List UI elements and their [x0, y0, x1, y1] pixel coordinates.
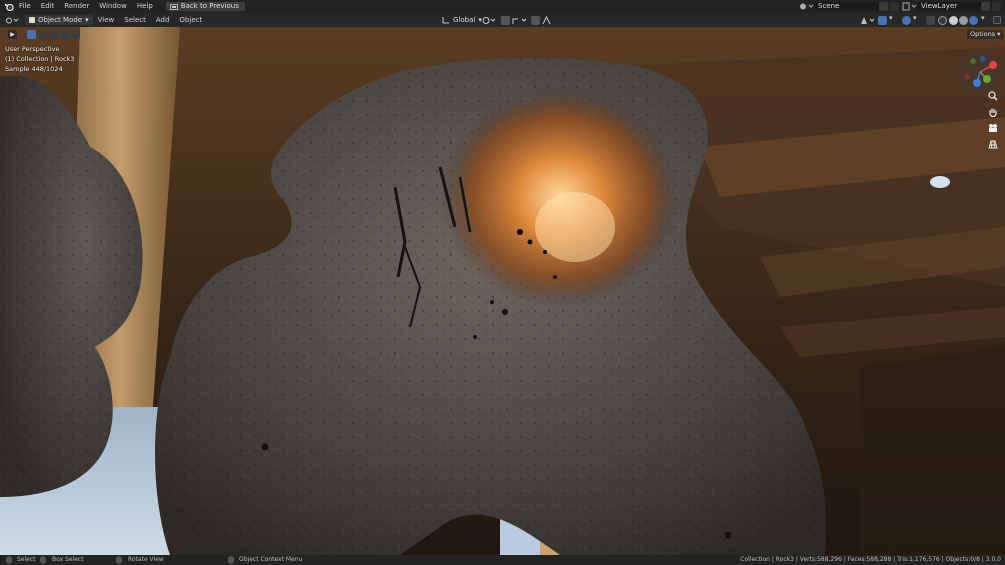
- sidebar-toggle-icon[interactable]: [993, 16, 1001, 24]
- grid-icon: [987, 140, 998, 148]
- back-to-previous-button[interactable]: Back to Previous: [165, 2, 245, 11]
- top-menu-bar: File Edit Render Window Help Back to Pre…: [0, 0, 1005, 13]
- mode-selector[interactable]: Object Mode ▾: [25, 15, 93, 25]
- transform-orientation-selector[interactable]: Global ▾: [438, 15, 486, 25]
- camera-icon: [988, 123, 997, 132]
- menu-select[interactable]: Select: [119, 16, 151, 24]
- shading-wireframe-icon[interactable]: [938, 16, 947, 25]
- chevron-down-icon[interactable]: ▾: [889, 14, 893, 22]
- rendered-rock-scene: [0, 27, 1005, 555]
- back-to-previous-label: Back to Previous: [180, 2, 239, 10]
- scene-name: Scene: [818, 2, 840, 10]
- snap-target-icon[interactable]: [512, 16, 528, 25]
- menu-file[interactable]: File: [14, 0, 36, 13]
- viewlayer-new-icon[interactable]: [981, 2, 990, 11]
- mouse-middle-icon: [116, 556, 122, 564]
- select-extend-icon[interactable]: [38, 30, 47, 39]
- mouse-right-icon: [228, 556, 234, 564]
- chevron-down-icon[interactable]: ▾: [913, 14, 917, 22]
- camera-view-button[interactable]: [986, 121, 999, 134]
- scene-icon[interactable]: [799, 2, 815, 11]
- overlay-toggle-icon[interactable]: [902, 16, 911, 25]
- shading-solid-icon[interactable]: [949, 16, 958, 25]
- options-dropdown[interactable]: Options ▾: [967, 30, 1004, 39]
- menu-add[interactable]: Add: [151, 16, 175, 24]
- view-object-types-icon[interactable]: [860, 16, 876, 25]
- tool-header-row: ▶: [8, 30, 80, 39]
- chevron-down-icon: ▾: [85, 16, 89, 24]
- orientation-icon: [442, 17, 449, 24]
- viewport-header: Object Mode ▾ View Select Add Object Glo…: [0, 13, 1005, 27]
- menu-object[interactable]: Object: [174, 16, 207, 24]
- scene-new-icon[interactable]: [879, 2, 888, 11]
- hand-icon: [988, 108, 997, 117]
- perspective-label: User Perspective: [5, 45, 60, 53]
- 3d-viewport[interactable]: User Perspective (1) Collection | Rock3 …: [0, 27, 1005, 555]
- object-mode-icon: [29, 17, 35, 23]
- menu-edit[interactable]: Edit: [36, 0, 60, 13]
- proportional-icon[interactable]: [531, 16, 540, 25]
- shading-material-icon[interactable]: [959, 16, 968, 25]
- pan-button[interactable]: [986, 105, 999, 118]
- status-rotate-view-label: Rotate View: [128, 556, 164, 563]
- viewlayer-selector[interactable]: ViewLayer: [918, 2, 981, 11]
- menu-window[interactable]: Window: [94, 0, 132, 13]
- orientation-label: Global: [453, 16, 476, 24]
- scene-remove-icon[interactable]: [890, 2, 899, 11]
- select-invert-icon[interactable]: [60, 30, 69, 39]
- viewlayer-icon[interactable]: [902, 2, 918, 11]
- menu-render[interactable]: Render: [59, 0, 94, 13]
- select-box-mode-icon[interactable]: [27, 30, 36, 39]
- select-intersect-icon[interactable]: [71, 30, 80, 39]
- active-object-label: (1) Collection | Rock3: [5, 55, 75, 63]
- mouse-left-icon: [6, 556, 12, 564]
- mode-label: Object Mode: [38, 16, 83, 24]
- toggle-orthographic-button[interactable]: [986, 137, 999, 150]
- status-box-select-label: Box Select: [52, 556, 84, 563]
- scene-statistics: Collection | Rock3 | Verts:588,296 | Fac…: [740, 556, 1001, 563]
- gizmo-toggle-icon[interactable]: [878, 16, 887, 25]
- xray-toggle-icon[interactable]: [926, 16, 935, 25]
- mouse-drag-icon: [40, 556, 46, 564]
- render-samples-label: Sample 448/1024: [5, 65, 63, 73]
- viewlayer-remove-icon[interactable]: [992, 2, 1001, 11]
- play-icon[interactable]: ▶: [8, 30, 17, 39]
- back-icon: [169, 3, 178, 10]
- editor-type-icon[interactable]: [5, 16, 19, 25]
- zoom-button[interactable]: [986, 89, 999, 102]
- falloff-icon[interactable]: [542, 16, 551, 25]
- pivot-icon[interactable]: [482, 16, 496, 25]
- shading-rendered-icon[interactable]: [969, 16, 978, 25]
- options-label: Options: [970, 30, 996, 38]
- chevron-down-icon[interactable]: ▾: [981, 14, 985, 22]
- menu-help[interactable]: Help: [132, 0, 158, 13]
- zoom-icon: [987, 90, 998, 101]
- navigation-gizmo[interactable]: [955, 47, 1005, 97]
- status-context-menu-label: Object Context Menu: [239, 556, 303, 563]
- snap-icon[interactable]: [501, 16, 510, 25]
- status-bar: Select Box Select Rotate View Object Con…: [0, 555, 1005, 565]
- status-select-label: Select: [17, 556, 36, 563]
- viewlayer-name: ViewLayer: [921, 2, 958, 10]
- scene-selector[interactable]: Scene: [815, 2, 880, 11]
- menu-view[interactable]: View: [93, 16, 120, 24]
- select-subtract-icon[interactable]: [49, 30, 58, 39]
- blender-logo-icon[interactable]: [4, 2, 14, 12]
- chevron-down-icon: ▾: [997, 30, 1001, 38]
